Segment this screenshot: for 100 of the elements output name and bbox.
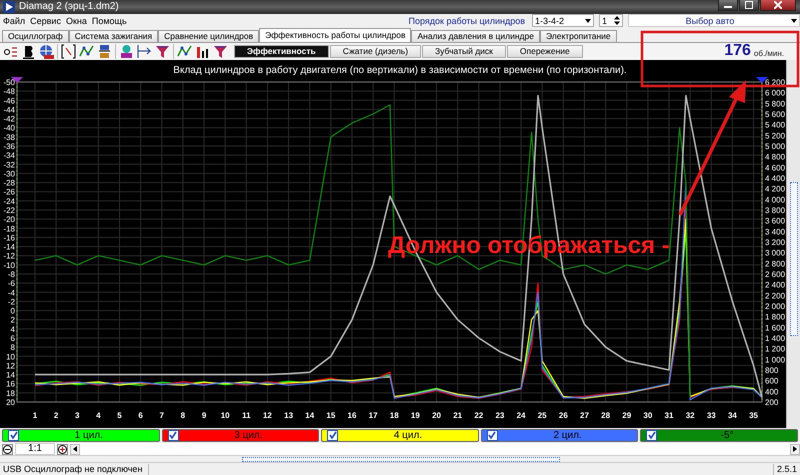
channel-toggle[interactable]: 1 цил. [2,428,160,442]
menu-item[interactable]: Сервис [30,16,61,26]
y-axis-label: -28 [3,178,15,188]
x-axis-label: 26 [558,410,568,420]
vertical-scrollbar[interactable] [786,60,800,428]
y-axis-label: 1 600 [765,322,785,332]
y-axis-label: 2 000 [765,302,785,311]
y-axis-label: 6 [10,334,15,343]
y-axis-label: 2 400 [765,280,785,290]
x-axis-label: 10 [220,410,230,420]
y-axis-label: 2 [10,315,15,324]
cylinder-order-label: Порядок работы цилиндров [408,16,525,26]
menu-item[interactable]: Помощь [92,16,127,26]
bracket-icon[interactable] [61,44,76,59]
y-axis-label: -46 [3,96,15,105]
y-axis-label: 10 [6,352,15,361]
y-axis-label: -6 [8,278,15,288]
x-axis-label: 19 [410,410,420,420]
sub-tab[interactable]: Опережение [506,44,583,58]
channel-toggle[interactable]: -5° [640,428,798,442]
tab[interactable]: Система зажигания [68,30,158,42]
x-axis-label: 2 [54,410,58,420]
people-icon[interactable] [119,44,134,59]
y-axis-label: 16 [6,379,15,388]
y-axis-label: 1 400 [765,334,785,343]
zoom-field[interactable]: 1:1 [15,443,55,456]
chart-title: Вклад цилиндров в работу двигателя (по вертикали) в зависимости от времени (по горизонтали). [173,64,627,76]
x-axis-label: 34 [728,410,737,420]
tab[interactable]: Электропитание [540,30,617,42]
y-axis-label: -2 [8,296,15,306]
channel-label: -5° [720,430,735,441]
line-chart-icon[interactable] [177,44,192,59]
spinner-field[interactable]: 1 [599,14,623,28]
menu-item[interactable]: Файл [3,16,26,26]
x-axis-label: 7 [160,410,164,420]
tab[interactable]: Эффективность работы цилиндров [259,28,412,42]
x-axis-label: 29 [622,410,632,420]
x-axis-label: 28 [601,410,610,420]
minimize-button[interactable] [718,0,738,11]
y-axis-label: 18 [6,388,15,398]
tab[interactable]: Осциллограф [2,30,69,42]
checkbox[interactable] [168,430,179,441]
car-select-dropdown[interactable]: Выбор авто [628,14,800,28]
sub-tab[interactable]: Эффективность [234,44,329,58]
channel-toggle[interactable]: 3 цил. [162,428,320,442]
arrow-icon[interactable] [137,44,152,59]
x-axis-label: 3 [75,410,80,420]
menu-item[interactable]: Окна [66,16,87,26]
y-axis-label: -50 [3,78,15,87]
y-axis-label: 20 [6,398,15,407]
zoom-out-button[interactable] [2,444,13,455]
x-axis-label: 11 [242,410,251,420]
y-axis-label: 4 [10,324,15,334]
y-axis-label: -12 [3,251,15,260]
filter-icon[interactable] [155,44,170,59]
y-axis-label: 8 [10,342,15,352]
sub-tab[interactable]: Зубчатый диск [422,44,506,58]
sub-tab[interactable]: Сжатие (дизель) [330,44,422,58]
y-axis-label: 6 000 [765,88,785,98]
bold-icon[interactable] [21,44,36,59]
globe-icon[interactable] [39,44,54,59]
x-axis-label: 31 [664,410,674,420]
x-axis-label: 9 [202,410,206,420]
y-axis-label: -20 [3,214,15,224]
y-axis-label: 4 000 [765,194,785,204]
cylinder-order-dropdown[interactable]: 1-3-4-2 [532,14,594,28]
y-axis-label: 600 [765,376,778,386]
y-axis-label: -22 [3,206,15,215]
spin-arrows-icon [614,16,620,26]
y-axis-label: 1 200 [765,344,785,354]
x-axis-label: 18 [390,410,399,420]
y-axis-label: -38 [3,132,15,142]
checkbox[interactable] [646,430,658,441]
scroll-right-button[interactable] [790,444,800,455]
scroll-left-button[interactable] [70,444,80,455]
y-axis-label: -44 [3,104,15,114]
maximize-button[interactable] [739,0,759,11]
zoom-in-button[interactable] [57,444,68,455]
close-button[interactable] [760,0,796,11]
channel-label: 4 цил. [392,430,424,441]
scroll-thumb[interactable] [242,457,560,462]
filter-icon[interactable] [213,44,228,59]
y-axis-label: -32 [3,160,15,169]
channel-toggle[interactable]: 2 цил. [480,428,638,442]
marker-icon[interactable] [756,76,768,83]
checkbox[interactable] [327,430,338,441]
checkbox[interactable] [486,430,498,441]
scroll-thumb[interactable] [790,182,798,336]
channel-toggle[interactable]: 4 цил. [321,428,479,442]
tab[interactable]: Анализ давления в цилиндре [411,30,540,42]
tab[interactable]: Сравнение цилиндров [158,30,260,42]
line-chart-icon[interactable] [79,44,94,59]
y-axis-label: 3 600 [765,216,785,226]
checkbox[interactable] [8,430,19,441]
y-axis-label: 4 400 [765,174,785,183]
x-axis-label: 4 [96,410,101,420]
fraction-icon[interactable] [97,44,112,59]
y-axis-label: 6 200 [765,78,785,87]
y-axis-label: -10 [3,260,15,270]
y-axis-label: 5 400 [765,120,785,130]
